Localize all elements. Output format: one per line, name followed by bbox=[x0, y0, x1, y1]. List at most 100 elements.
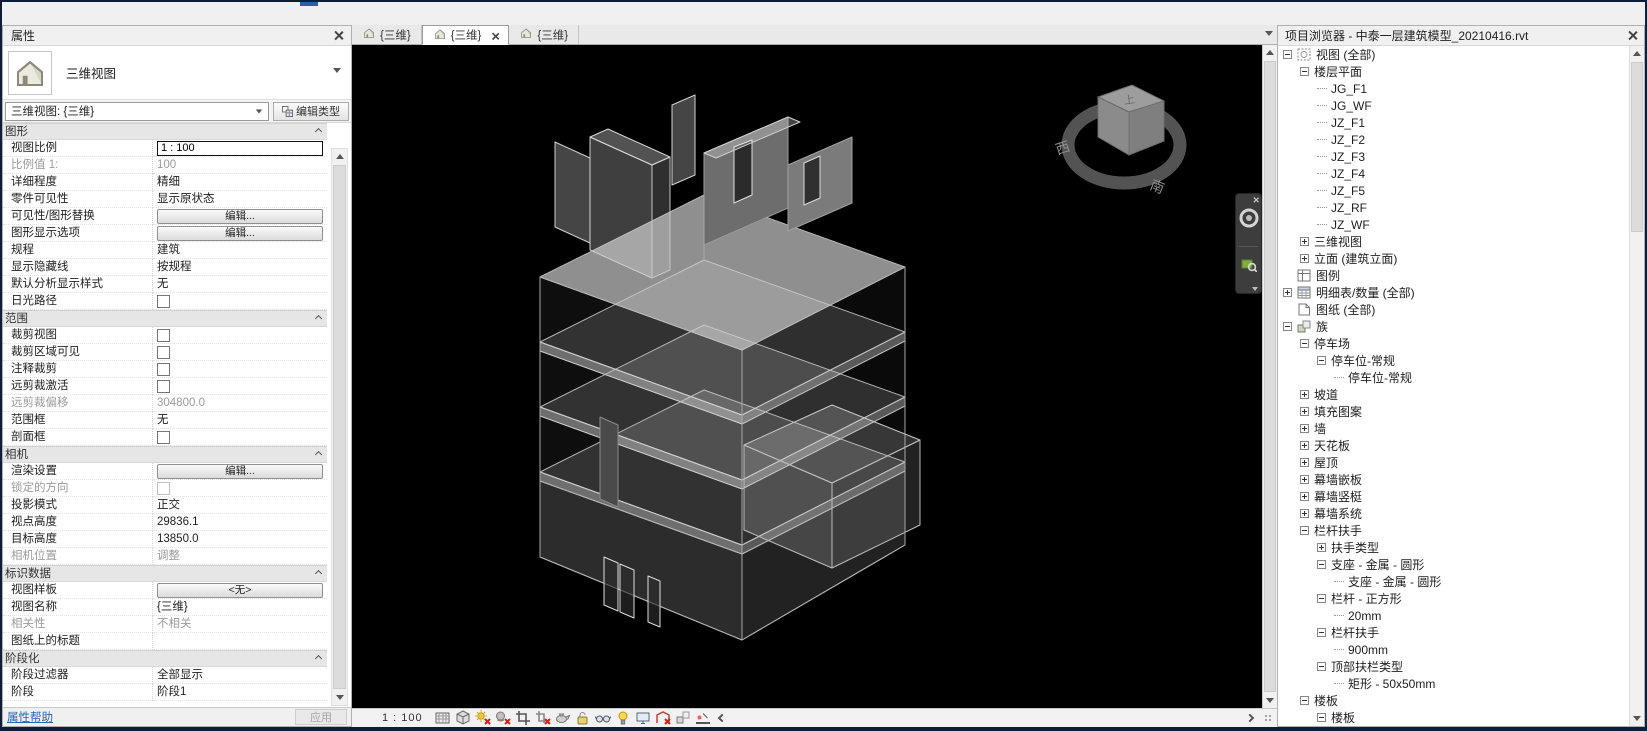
scroll-up-button[interactable] bbox=[1263, 45, 1277, 60]
reveal-hidden-elements-icon[interactable] bbox=[614, 710, 631, 726]
collapse-section-icon[interactable] bbox=[314, 314, 323, 323]
section-header[interactable]: 标识数据 bbox=[3, 565, 327, 582]
tree-item[interactable]: 停车位-常规 bbox=[1278, 369, 1628, 386]
section-header[interactable]: 相机 bbox=[3, 446, 327, 463]
view-scale-button[interactable]: 1 : 100 bbox=[382, 712, 423, 724]
property-value-button[interactable]: 编辑... bbox=[157, 463, 323, 479]
tree-item[interactable]: JZ_F1 bbox=[1278, 114, 1628, 131]
tree-item[interactable]: 扶手类型 bbox=[1278, 539, 1628, 556]
project-browser-title-bar[interactable]: 项目浏览器 - 中泰一层建筑模型_20210416.rvt bbox=[1278, 26, 1644, 46]
expander-icon[interactable] bbox=[1300, 67, 1309, 76]
rendering-dialog-icon[interactable] bbox=[554, 710, 571, 726]
tree-item[interactable]: 三维视图 bbox=[1278, 233, 1628, 250]
tree-item[interactable]: 族 bbox=[1278, 318, 1628, 335]
section-header[interactable]: 阶段化 bbox=[3, 650, 327, 667]
detail-level-icon[interactable] bbox=[434, 710, 451, 726]
checkbox[interactable] bbox=[157, 430, 170, 444]
property-value-button[interactable]: <无> bbox=[157, 582, 323, 598]
navigation-bar-menu-icon[interactable] bbox=[1252, 287, 1258, 291]
scroll-down-button[interactable] bbox=[1630, 711, 1644, 726]
expander-icon[interactable] bbox=[1300, 492, 1309, 501]
tree-item[interactable]: 栏杆扶手 bbox=[1278, 624, 1628, 641]
expander-icon[interactable] bbox=[1300, 509, 1309, 518]
tree-item[interactable]: 支座 - 金属 - 圆形 bbox=[1278, 573, 1628, 590]
tree-item[interactable]: JZ_RF bbox=[1278, 199, 1628, 216]
tree-item[interactable]: 立面 (建筑立面) bbox=[1278, 250, 1628, 267]
tree-item[interactable]: 楼板 bbox=[1278, 709, 1628, 726]
canvas-vertical-scrollbar[interactable] bbox=[1262, 45, 1277, 708]
close-icon[interactable] bbox=[1628, 31, 1637, 40]
tree-item[interactable]: 屋顶 bbox=[1278, 454, 1628, 471]
tree-item[interactable]: JZ_F5 bbox=[1278, 182, 1628, 199]
tab-list-menu-icon[interactable] bbox=[1265, 31, 1273, 36]
chevron-down-icon[interactable] bbox=[333, 68, 341, 73]
expander-icon[interactable] bbox=[1300, 254, 1309, 263]
scroll-right-icon[interactable] bbox=[1245, 713, 1255, 723]
scroll-up-button[interactable] bbox=[1630, 46, 1644, 61]
tree-item[interactable]: 栏杆 - 正方形 bbox=[1278, 590, 1628, 607]
expander-icon[interactable] bbox=[1283, 322, 1292, 331]
expander-icon[interactable] bbox=[1317, 713, 1326, 722]
expander-icon[interactable] bbox=[1300, 237, 1309, 246]
temporary-view-properties-icon[interactable] bbox=[634, 710, 651, 726]
tree-item[interactable]: JG_F1 bbox=[1278, 80, 1628, 97]
sun-path-off-icon[interactable] bbox=[474, 710, 491, 726]
collapse-section-icon[interactable] bbox=[314, 450, 323, 459]
zoom-region-icon[interactable] bbox=[1241, 256, 1257, 272]
checkbox[interactable] bbox=[157, 379, 170, 393]
unlocked-view-icon[interactable] bbox=[574, 710, 591, 726]
expander-icon[interactable] bbox=[1300, 407, 1309, 416]
tree-item[interactable]: 楼板 bbox=[1278, 692, 1628, 709]
tree-item[interactable]: 墙 bbox=[1278, 420, 1628, 437]
tree-item[interactable]: JZ_F3 bbox=[1278, 148, 1628, 165]
crop-region-off-icon[interactable] bbox=[534, 710, 551, 726]
edit-type-button[interactable]: 编辑类型 bbox=[273, 101, 349, 121]
properties-help-link[interactable]: 属性帮助 bbox=[7, 709, 53, 725]
tree-item[interactable]: 20mm bbox=[1278, 607, 1628, 624]
visual-style-icon[interactable] bbox=[454, 710, 471, 726]
scroll-down-button[interactable] bbox=[1263, 693, 1277, 708]
close-icon[interactable] bbox=[1253, 197, 1257, 201]
expander-icon[interactable] bbox=[1317, 543, 1326, 552]
navigation-bar[interactable] bbox=[1235, 193, 1262, 294]
tree-item[interactable]: 支座 - 金属 - 圆形 bbox=[1278, 556, 1628, 573]
expander-icon[interactable] bbox=[1300, 475, 1309, 484]
checkbox[interactable] bbox=[157, 362, 170, 376]
view-tab[interactable]: {三维} bbox=[352, 25, 422, 44]
expander-icon[interactable] bbox=[1300, 458, 1309, 467]
expander-icon[interactable] bbox=[1300, 424, 1309, 433]
apply-button[interactable]: 应用 bbox=[295, 709, 347, 725]
tree-item[interactable]: 幕墙竖梃 bbox=[1278, 488, 1628, 505]
checkbox[interactable] bbox=[157, 328, 170, 342]
tree-item[interactable]: 明细表/数量 (全部) bbox=[1278, 284, 1628, 301]
tree-item[interactable]: 栏杆扶手 bbox=[1278, 522, 1628, 539]
view-tab[interactable]: {三维} bbox=[421, 25, 510, 45]
collapse-section-icon[interactable] bbox=[314, 569, 323, 578]
expander-icon[interactable] bbox=[1300, 339, 1309, 348]
view-tab[interactable]: {三维} bbox=[509, 25, 580, 44]
collapse-section-icon[interactable] bbox=[314, 127, 323, 136]
expander-icon[interactable] bbox=[1317, 356, 1326, 365]
scroll-up-button[interactable] bbox=[332, 149, 347, 164]
tree-item[interactable]: 900mm bbox=[1278, 641, 1628, 658]
shadows-off-icon[interactable] bbox=[494, 710, 511, 726]
expander-icon[interactable] bbox=[1317, 560, 1326, 569]
tree-item[interactable]: JZ_F4 bbox=[1278, 165, 1628, 182]
checkbox[interactable] bbox=[157, 345, 170, 359]
tree-item[interactable]: 天花板 bbox=[1278, 437, 1628, 454]
tree-item[interactable]: 停车场 bbox=[1278, 335, 1628, 352]
scrollbar-thumb[interactable] bbox=[1631, 62, 1643, 232]
tree-item[interactable]: 顶部扶栏类型 bbox=[1278, 658, 1628, 675]
scrollbar-thumb[interactable] bbox=[1264, 61, 1276, 692]
tree-item[interactable]: JZ_WF bbox=[1278, 216, 1628, 233]
3d-view-canvas[interactable]: 西 南 上 bbox=[352, 45, 1262, 708]
displacement-sets-icon[interactable] bbox=[674, 710, 691, 726]
expander-icon[interactable] bbox=[1300, 390, 1309, 399]
type-selector-header[interactable]: 三维视图 bbox=[3, 46, 351, 100]
resize-grip[interactable] bbox=[1264, 714, 1273, 723]
tree-item[interactable]: 填充图案 bbox=[1278, 403, 1628, 420]
tree-item[interactable]: 坡道 bbox=[1278, 386, 1628, 403]
checkbox[interactable] bbox=[157, 481, 170, 495]
tree-item[interactable]: 图例 bbox=[1278, 267, 1628, 284]
expander-icon[interactable] bbox=[1317, 628, 1326, 637]
